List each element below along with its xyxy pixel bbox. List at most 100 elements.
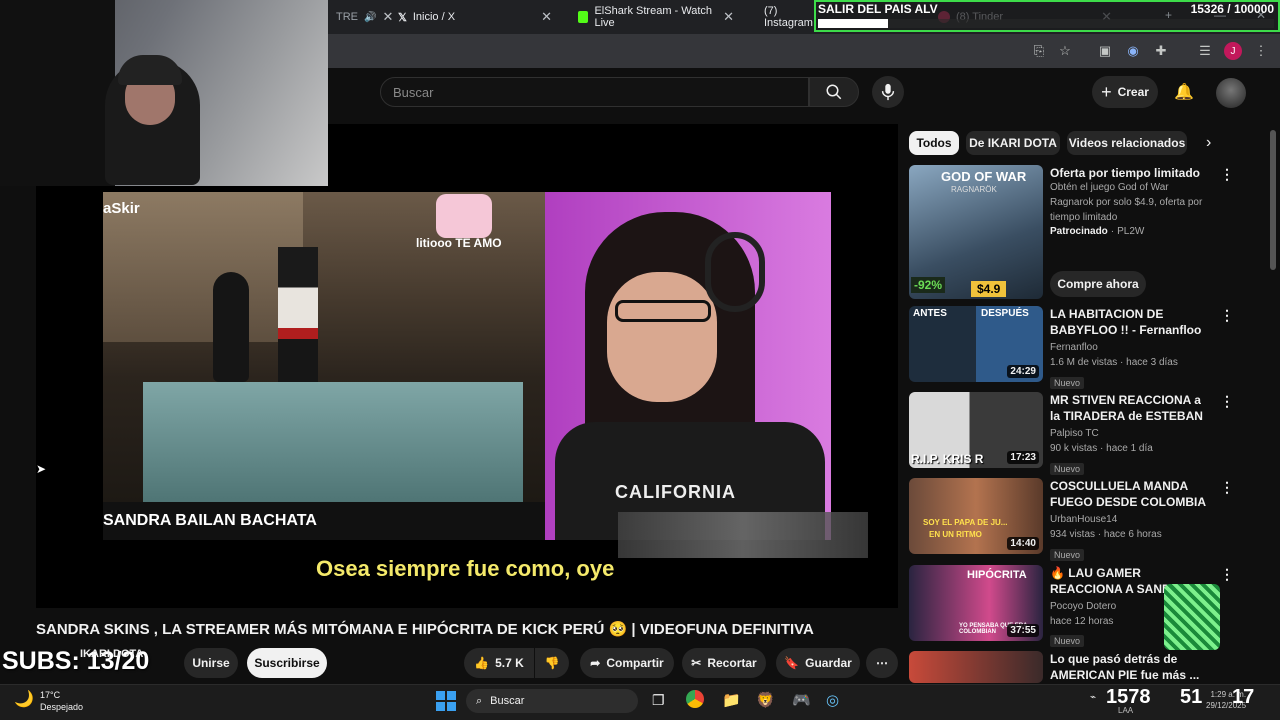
steam-icon[interactable]: ◎	[826, 691, 839, 709]
dancer-figure	[278, 247, 318, 382]
duration-badge: 17:23	[1007, 451, 1039, 464]
buy-now-button[interactable]: Compre ahora	[1050, 271, 1146, 297]
reading-list-icon[interactable]: ☰	[1196, 42, 1214, 60]
network-icon[interactable]: ⌁	[1090, 692, 1096, 703]
thumbnail-text: ANTES	[913, 308, 947, 319]
weather-widget[interactable]: 17°C Despejado	[40, 689, 83, 713]
save-button[interactable]: 🔖 Guardar	[776, 648, 860, 678]
channel-name[interactable]: Palpiso TC	[1050, 426, 1099, 441]
task-view-icon[interactable]: ❐	[652, 692, 665, 709]
windows-start-icon[interactable]	[436, 691, 456, 711]
vpn-icon[interactable]: ◉	[1124, 42, 1142, 60]
new-badge-label: Nuevo	[1050, 463, 1085, 475]
cannabis-jar-overlay	[1164, 584, 1220, 650]
kick-logo-icon	[578, 11, 589, 23]
video-meta: 90 k vistas · hace 1 día	[1050, 443, 1153, 454]
video-thumbnail[interactable]	[909, 651, 1043, 683]
search-input[interactable]: Buscar	[380, 77, 809, 107]
video-thumbnail[interactable]: ANTES DESPUÉS 24:29	[909, 306, 1043, 382]
discount-badge: -92%	[911, 277, 946, 293]
scissors-icon: ✂	[691, 656, 702, 670]
more-dots-icon: ⋯	[876, 656, 888, 670]
bookmark-star-icon[interactable]: ☆	[1056, 42, 1074, 60]
advertiser-name: PL2W	[1117, 226, 1145, 237]
tab-x[interactable]: 𝕏 Inicio / X ✕	[390, 4, 560, 30]
account-avatar[interactable]	[1216, 78, 1246, 108]
menu-dots-icon[interactable]: ⋮	[1252, 42, 1270, 60]
thumbnail-text: DESPUÉS	[981, 308, 1029, 319]
extension-icon[interactable]: ▣	[1096, 42, 1114, 60]
taskbar-search[interactable]: ⌕ Buscar	[466, 689, 638, 713]
search-button[interactable]	[809, 77, 859, 107]
chip-de-ikari-dota[interactable]: De IKARI DOTA	[966, 131, 1060, 155]
chevron-right-icon[interactable]: ›	[1206, 134, 1211, 152]
shirt-text: CALIFORNIA	[615, 482, 736, 502]
cast-icon[interactable]: ⎘	[1030, 42, 1048, 60]
microphone-icon	[881, 83, 895, 101]
video-title-link[interactable]: COSCULLUELA MANDA FUEGO DESDE COLOMBIA 🇨…	[1050, 478, 1210, 510]
person-cap	[118, 55, 182, 85]
streamer-face	[607, 272, 717, 402]
create-label: Crear	[1117, 85, 1149, 99]
chrome-taskbar-icon[interactable]	[686, 690, 704, 708]
tab-kick[interactable]: ElShark Stream - Watch Live ✕	[570, 4, 742, 30]
ad-sponsor-line: Patrocinado · PL2W	[1050, 224, 1144, 239]
video-title-link[interactable]: LA HABITACION DE BABYFLOO !! - Fernanflo…	[1050, 306, 1210, 338]
ad-title[interactable]: Oferta por tiempo limitado	[1050, 165, 1210, 181]
channel-name[interactable]: UrbanHouse14	[1050, 512, 1117, 527]
more-options-icon[interactable]: ⋮	[1220, 307, 1234, 324]
new-badge: Nuevo	[1050, 459, 1085, 477]
file-explorer-icon[interactable]: 📁	[722, 691, 741, 709]
weather-icon: 🌙	[14, 691, 34, 708]
video-title-link[interactable]: MR STIVEN REACCIONA a la TIRADERA de EST…	[1050, 392, 1210, 424]
tab-instagram[interactable]: (7) Instagram	[750, 4, 816, 30]
page-scrollbar[interactable]	[1270, 130, 1276, 270]
profile-avatar-icon[interactable]: J	[1224, 42, 1242, 60]
video-caption: Osea siempre fue como, oye	[316, 556, 615, 581]
close-tab-icon[interactable]: ✕	[723, 9, 734, 25]
chip-videos-relacionados[interactable]: Videos relacionados	[1067, 131, 1187, 155]
ad-thumbnail[interactable]: GOD OF WAR RAGNARÖK -92% $4.9	[909, 165, 1043, 299]
discord-icon[interactable]: 🎮	[792, 691, 811, 709]
more-options-icon[interactable]: ⋮	[1220, 479, 1234, 496]
create-button[interactable]: + Crear	[1092, 76, 1158, 108]
sticker-text: litiooo TE AMO	[416, 236, 502, 250]
video-player[interactable]: aSkir litiooo TE AMO CALIFORNIA SANDRA B…	[36, 124, 898, 608]
puzzle-icon[interactable]: ✚	[1152, 42, 1170, 60]
webcam-dark-area	[0, 0, 115, 186]
subscribe-button[interactable]: Suscribirse	[247, 648, 327, 678]
share-button[interactable]: ➦ Compartir	[580, 648, 674, 678]
windows-taskbar	[0, 684, 1280, 720]
language-indicator: LAA	[1118, 706, 1134, 715]
tab-label: Inicio / X	[412, 11, 456, 23]
separator: ·	[1110, 226, 1115, 237]
more-options-icon[interactable]: ⋮	[1220, 393, 1234, 410]
video-title-link[interactable]: Lo que pasó detrás de AMERICAN PIE fue m…	[1050, 651, 1210, 683]
brave-icon[interactable]: 🦁	[756, 691, 775, 709]
search-icon: ⌕	[476, 694, 483, 707]
dislike-button[interactable]: 👎	[535, 648, 569, 678]
goal-title: SALIR DEL PAIS ALV	[818, 2, 938, 16]
search-placeholder: Buscar	[393, 84, 434, 100]
ad-thumbnail-sub: RAGNARÖK	[951, 185, 997, 194]
tab-partial[interactable]: TRE 🔊 ✕	[328, 4, 393, 30]
more-options-icon[interactable]: ⋮	[1220, 566, 1234, 583]
chip-todos[interactable]: Todos	[909, 131, 959, 155]
close-tab-icon[interactable]: ✕	[541, 9, 552, 25]
channel-name[interactable]: Fernanfloo	[1050, 340, 1098, 355]
video-thumbnail[interactable]: HIPÓCRITA YO PENSABA QUE ERA COLOMBIAN 3…	[909, 565, 1043, 641]
like-button[interactable]: 👍 5.7 K	[464, 648, 534, 678]
video-thumbnail[interactable]: R.I.P. KRIS R 17:23	[909, 392, 1043, 468]
channel-name[interactable]: IKARI DOTA	[80, 648, 143, 660]
join-button[interactable]: Unirse	[184, 648, 238, 678]
glasses	[615, 300, 711, 322]
clip-button[interactable]: ✂ Recortar	[682, 648, 766, 678]
headset	[705, 232, 765, 312]
notifications-bell-icon[interactable]: 🔔	[1174, 82, 1194, 102]
voice-search-button[interactable]	[872, 76, 904, 108]
channel-name[interactable]: Pocoyo Dotero	[1050, 599, 1116, 614]
more-options-icon[interactable]: ⋮	[1220, 166, 1234, 183]
more-actions-button[interactable]: ⋯	[866, 648, 898, 678]
subscribe-label: Suscribirse	[254, 656, 320, 670]
video-thumbnail[interactable]: SOY EL PAPA DE JU... EN UN RITMO 14:40	[909, 478, 1043, 554]
